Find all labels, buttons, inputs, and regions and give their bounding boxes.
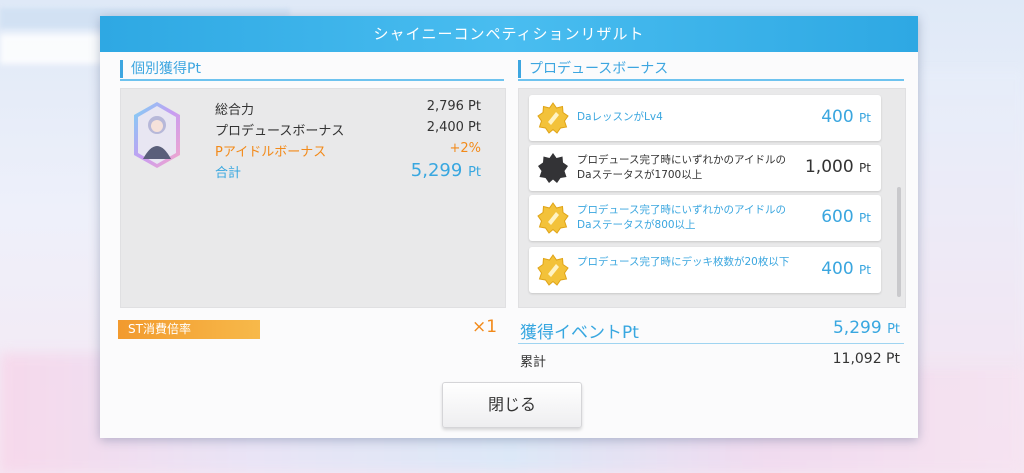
event-points-row: 獲得イベントPt 5,299 Pt [520, 318, 900, 343]
bonus-description: プロデュース完了時にいずれかのアイドルのDaステータスが800以上 [577, 204, 786, 231]
gold-medal-icon [537, 102, 569, 134]
close-button[interactable]: 閉じる [442, 382, 582, 428]
bonus-points: 600 Pt [821, 207, 871, 227]
bonus-list-scrollbar[interactable] [897, 187, 901, 297]
idol-portrait-icon [134, 102, 180, 168]
stat-label: プロデュースボーナス [215, 124, 345, 139]
stat-row-sum: 合計 5,299 Pt [215, 160, 481, 182]
stat-value: 2,796 Pt [426, 99, 481, 114]
cumulative-value: 11,092 Pt [832, 351, 900, 367]
event-points-value: 5,299 Pt [832, 318, 900, 338]
individual-section-underline [120, 79, 504, 81]
bonus-description: プロデュース完了時にいずれかのアイドルのDaステータスが1700以上 [577, 154, 786, 181]
bonus-item: プロデュース完了時にいずれかのアイドルのDaステータスが1700以上 1,000… [529, 145, 881, 191]
st-multiplier: ×1 [472, 317, 498, 337]
individual-section-title: 個別獲得Pt [120, 60, 201, 78]
stat-label: Pアイドルボーナス [215, 145, 327, 160]
stat-value: 5,299 Pt [410, 160, 481, 181]
bonus-description: プロデュース完了時にデッキ枚数が20枚以下 [577, 256, 790, 268]
stat-row-idol-bonus: Pアイドルボーナス +2% [215, 141, 481, 161]
bonus-description: DaレッスンがLv4 [577, 111, 663, 123]
bonus-item: プロデュース完了時にデッキ枚数が20枚以下 400 Pt [529, 247, 881, 293]
gold-medal-icon [537, 202, 569, 234]
stat-label: 総合力 [215, 103, 255, 118]
locked-medal-icon [538, 153, 568, 183]
bonus-item: プロデュース完了時にいずれかのアイドルのDaステータスが800以上 600 Pt [529, 195, 881, 241]
st-consumption-badge: ST消費倍率 [118, 320, 260, 339]
event-divider [518, 343, 904, 344]
stat-row-produce-bonus: プロデュースボーナス 2,400 Pt [215, 120, 481, 140]
bonus-item: DaレッスンがLv4 400 Pt [529, 95, 881, 141]
cumulative-row: 累計 11,092 Pt [520, 351, 900, 371]
stat-row-total-power: 総合力 2,796 Pt [215, 99, 481, 119]
bonus-points: 1,000 Pt [804, 157, 871, 177]
bonus-section-title: プロデュースボーナス [518, 60, 668, 78]
stat-label: 合計 [215, 166, 242, 181]
individual-points-panel: 総合力 2,796 Pt プロデュースボーナス 2,400 Pt Pアイドルボー… [120, 88, 506, 308]
bonus-points: 400 Pt [821, 107, 871, 127]
background-side [914, 70, 1024, 370]
stat-value: 2,400 Pt [426, 120, 481, 135]
gold-medal-icon [537, 254, 569, 286]
result-dialog: シャイニーコンペティションリザルト 個別獲得Pt 総合力 2,796 Pt プロ… [100, 16, 918, 438]
bonus-list-panel[interactable]: DaレッスンがLv4 400 Pt プロデュース完了時にいずれかのアイドルのDa… [518, 88, 906, 308]
event-points-label: 獲得イベントPt [520, 323, 639, 343]
bonus-points: 400 Pt [821, 259, 871, 279]
bonus-section-underline [518, 79, 904, 81]
cumulative-label: 累計 [520, 355, 547, 370]
stat-value: +2% [449, 141, 481, 156]
dialog-title: シャイニーコンペティションリザルト [100, 16, 918, 52]
